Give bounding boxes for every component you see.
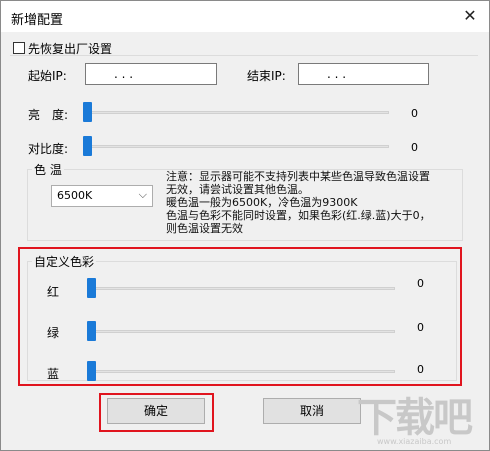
title-bar: 新增配置 ✕: [1, 1, 489, 32]
dialog-window: 新增配置 ✕ 先恢复出厂设置 起始IP: . . . 结束IP: . . . 亮…: [0, 0, 490, 451]
brightness-thumb[interactable]: [83, 102, 92, 122]
start-ip-value: . . .: [114, 67, 134, 81]
custom-color-highlight: [18, 247, 462, 386]
color-temp-note: 注意：显示器可能不支持列表中某些色温导致色温设置 无效，请尝试设置其他色温。 暖…: [166, 170, 431, 235]
watermark-logo: 下载吧: [357, 395, 473, 441]
brightness-label: 亮 度:: [28, 108, 69, 122]
note-line: 暖色温一般为6500K，冷色温为9300K: [166, 196, 358, 209]
contrast-thumb[interactable]: [83, 136, 92, 156]
note-line: 无效，请尝试设置其他色温。: [166, 183, 309, 196]
start-ip-input[interactable]: . . .: [85, 63, 217, 85]
cancel-button[interactable]: 取消: [263, 398, 361, 424]
window-title: 新增配置: [11, 13, 64, 28]
start-ip-label: 起始IP:: [28, 69, 67, 83]
contrast-track[interactable]: [83, 145, 389, 148]
panel-divider: [10, 55, 478, 57]
color-temp-select[interactable]: 6500K ⌵: [51, 185, 153, 207]
watermark-url: www.xiazaiba.com: [377, 437, 452, 446]
contrast-value: 0: [411, 141, 418, 154]
end-ip-label: 结束IP:: [247, 69, 286, 83]
chevron-down-icon: ⌵: [138, 188, 147, 201]
end-ip-value: . . .: [327, 67, 347, 81]
color-temp-label: 色 温: [32, 161, 64, 178]
ok-button-highlight: [99, 393, 214, 432]
brightness-track[interactable]: [83, 111, 389, 114]
contrast-label: 对比度:: [28, 142, 69, 156]
note-line: 注意：显示器可能不支持列表中某些色温导致色温设置: [166, 170, 430, 183]
note-line: 则色温设置无效: [166, 222, 243, 235]
close-icon[interactable]: ✕: [457, 3, 483, 29]
note-line: 色温与色彩不能同时设置，如果色彩(红.绿.蓝)大于0，: [166, 209, 431, 222]
brightness-value: 0: [411, 107, 418, 120]
color-temp-selected: 6500K: [57, 189, 93, 202]
end-ip-input[interactable]: . . .: [298, 63, 429, 85]
restore-checkbox[interactable]: [13, 42, 25, 54]
